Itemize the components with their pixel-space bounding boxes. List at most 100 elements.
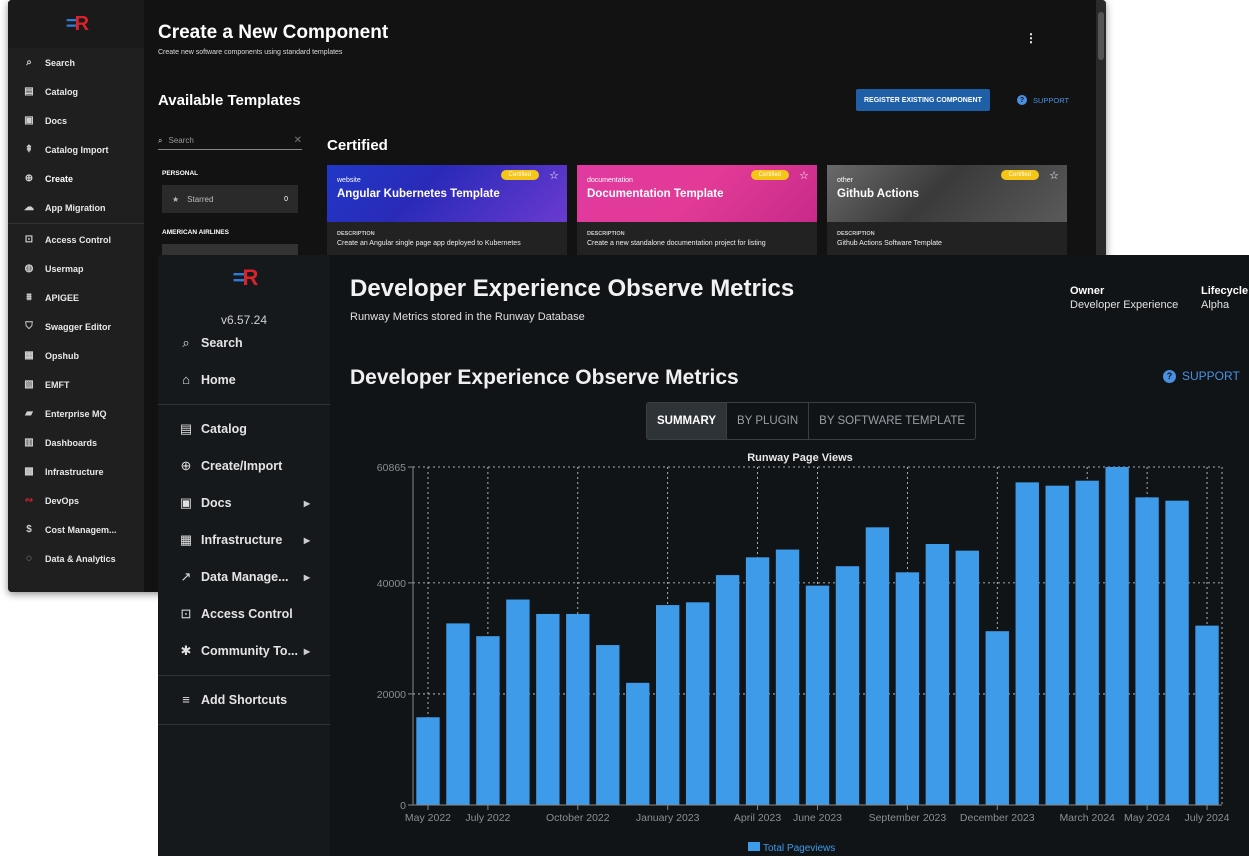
bar-october-2022[interactable] <box>566 613 590 805</box>
clear-icon[interactable]: ✕ <box>294 135 302 146</box>
template-search-input[interactable]: ⌕ Search ✕ <box>158 132 302 150</box>
bar-january-2023[interactable] <box>655 605 680 805</box>
page-title: Create a New Component <box>158 22 389 43</box>
certified-heading: Certified <box>327 137 388 154</box>
support-link[interactable]: ? SUPPORT <box>1017 95 1069 105</box>
bar-june-2023[interactable] <box>805 585 830 805</box>
sidebar-item-create[interactable]: ⊕ Create <box>8 164 144 193</box>
card-description-label: DESCRIPTION <box>837 231 875 237</box>
sidebar-item-cost-managem[interactable]: $ Cost Managem... <box>8 515 144 544</box>
bar-november-2022[interactable] <box>596 645 620 805</box>
bar-march-2023[interactable] <box>715 575 740 805</box>
bar-august-2023[interactable] <box>865 527 890 805</box>
grid-icon: ▦ <box>24 350 34 361</box>
bar-december-2023[interactable] <box>985 631 1009 805</box>
sidebar-item-enterprise-mq[interactable]: ▰ Enterprise MQ <box>8 399 144 428</box>
metrics-tabs: SUMMARY BY PLUGIN BY SOFTWARE TEMPLATE <box>646 402 977 440</box>
docs-icon: ▣ <box>179 495 193 510</box>
legend-label[interactable]: Total Pageviews <box>763 843 835 854</box>
sidebar-item-access-control[interactable]: ⊡ Access Control <box>178 606 310 622</box>
starred-filter[interactable]: ★ Starred 0 <box>162 185 298 213</box>
app-logo[interactable]: =R <box>158 267 330 290</box>
bar-october-2023[interactable] <box>925 543 950 805</box>
bar-july-2022[interactable] <box>476 636 500 805</box>
bar-april-2023[interactable] <box>745 557 770 805</box>
bar-may-2023[interactable] <box>775 549 800 805</box>
sidebar-item-catalog[interactable]: ▤ Catalog <box>8 77 144 106</box>
tab-by-plugin[interactable]: BY PLUGIN <box>727 403 810 439</box>
sidebar-item-community-tools[interactable]: ✱ Community To... ▶ <box>178 643 310 659</box>
sidebar-item-docs[interactable]: ▣ Docs ▶ <box>178 495 310 511</box>
help-icon: ? <box>1163 369 1176 383</box>
sidebar-item-data-analytics[interactable]: ◌ Data & Analytics <box>8 544 144 573</box>
star-icon: ★ <box>172 194 180 204</box>
register-existing-component-button[interactable]: REGISTER EXISTING COMPONENT <box>856 89 990 111</box>
sidebar-item-search[interactable]: ⌕ Search <box>178 335 310 351</box>
sidebar-item-label: Cost Managem... <box>45 524 117 535</box>
sidebar-item-search[interactable]: ⌕ Search <box>8 48 144 77</box>
sidebar-divider <box>8 223 144 224</box>
sidebar-item-data-management[interactable]: ↗ Data Manage... ▶ <box>178 569 310 585</box>
support-link[interactable]: ? SUPPORT <box>1163 369 1240 383</box>
bar-december-2022[interactable] <box>626 682 650 805</box>
sidebar-item-apigee[interactable]: ⩩ APIGEE <box>8 283 144 312</box>
sidebar-item-app-migration[interactable]: ☁ App Migration <box>8 193 144 222</box>
sidebar-item-emft[interactable]: ▧ EMFT <box>8 370 144 399</box>
bar-june-2022[interactable] <box>446 623 470 805</box>
sidebar-item-catalog-import[interactable]: ⇞ Catalog Import <box>8 135 144 164</box>
bar-september-2022[interactable] <box>536 613 560 805</box>
template-card-angular[interactable]: website Angular Kubernetes Template Cert… <box>327 165 567 265</box>
sidebar-item-docs[interactable]: ▣ Docs <box>8 106 144 135</box>
bar-march-2024[interactable] <box>1075 480 1099 805</box>
sidebar-item-add-shortcuts[interactable]: ≡ Add Shortcuts <box>178 692 310 707</box>
bar-july-2023[interactable] <box>835 566 860 805</box>
sidebar-item-create-import[interactable]: ⊕ Create/Import <box>178 458 310 474</box>
sidebar-item-catalog[interactable]: ▤ Catalog <box>178 421 310 437</box>
catalog-icon: ▤ <box>179 421 193 436</box>
star-outline-icon[interactable]: ☆ <box>799 169 809 182</box>
sidebar-item-label: Catalog <box>201 422 247 436</box>
star-outline-icon[interactable]: ☆ <box>1049 169 1059 182</box>
legend-swatch <box>748 842 760 851</box>
template-card-documentation[interactable]: documentation Documentation Template Cer… <box>577 165 817 265</box>
sidebar-item-label: APIGEE <box>45 292 80 303</box>
map-icon: ◍ <box>24 263 34 274</box>
sidebar-item-opshub[interactable]: ▦ Opshub <box>8 341 144 370</box>
bar-august-2022[interactable] <box>506 599 530 805</box>
sidebar-item-label: Add Shortcuts <box>201 692 288 707</box>
x-tick-label: September 2023 <box>869 812 947 824</box>
sidebar-item-home[interactable]: ⌂ Home <box>178 372 310 387</box>
sidebar-item-devops[interactable]: ∾ DevOps <box>8 486 144 515</box>
sidebar-item-dashboards[interactable]: ▥ Dashboards <box>8 428 144 457</box>
owner-value[interactable]: Developer Experience <box>1070 299 1178 311</box>
sidebar-item-infrastructure[interactable]: ▩ Infrastructure <box>8 457 144 486</box>
bar-september-2023[interactable] <box>895 572 920 805</box>
template-card-github-actions[interactable]: other Github Actions Certified ☆ DESCRIP… <box>827 165 1067 265</box>
bar-november-2023[interactable] <box>955 550 980 805</box>
cloud-icon: ☁ <box>24 202 34 213</box>
sidebar-item-usermap[interactable]: ◍ Usermap <box>8 254 144 283</box>
sidebar-item-infrastructure[interactable]: ▦ Infrastructure ▶ <box>178 532 310 548</box>
chart-axes: 0 20000 40000 60865 May 2022 July 2022 October… <box>377 462 1230 824</box>
app-logo[interactable]: =R <box>8 0 144 48</box>
bar-may-2022[interactable] <box>416 717 440 805</box>
bar-april-2024[interactable] <box>1105 467 1129 805</box>
bar-may-2024[interactable] <box>1135 497 1159 805</box>
card-description: Github Actions Software Template <box>837 240 942 247</box>
scrollbar-thumb[interactable] <box>1098 12 1104 60</box>
bar-july-2024[interactable] <box>1195 625 1219 805</box>
sidebar-item-swagger-editor[interactable]: ⛉ Swagger Editor <box>8 312 144 341</box>
page-views-chart: Runway Page Views 0 20000 40000 60865 May 20… <box>377 452 1230 854</box>
bar-february-2024[interactable] <box>1045 485 1069 805</box>
bar-june-2024[interactable] <box>1165 500 1189 805</box>
y-tick-label: 40000 <box>377 578 406 590</box>
tab-by-software-template[interactable]: BY SOFTWARE TEMPLATE <box>809 403 975 439</box>
star-outline-icon[interactable]: ☆ <box>549 169 559 182</box>
bar-january-2024[interactable] <box>1015 482 1039 805</box>
search-placeholder: Search <box>168 136 194 145</box>
more-options-icon[interactable]: ⋮ <box>1025 31 1037 45</box>
sidebar-item-label: Catalog <box>45 86 79 97</box>
sidebar-item-access-control[interactable]: ⊡ Access Control <box>8 225 144 254</box>
tab-summary[interactable]: SUMMARY <box>647 403 727 439</box>
bar-february-2023[interactable] <box>685 602 710 805</box>
